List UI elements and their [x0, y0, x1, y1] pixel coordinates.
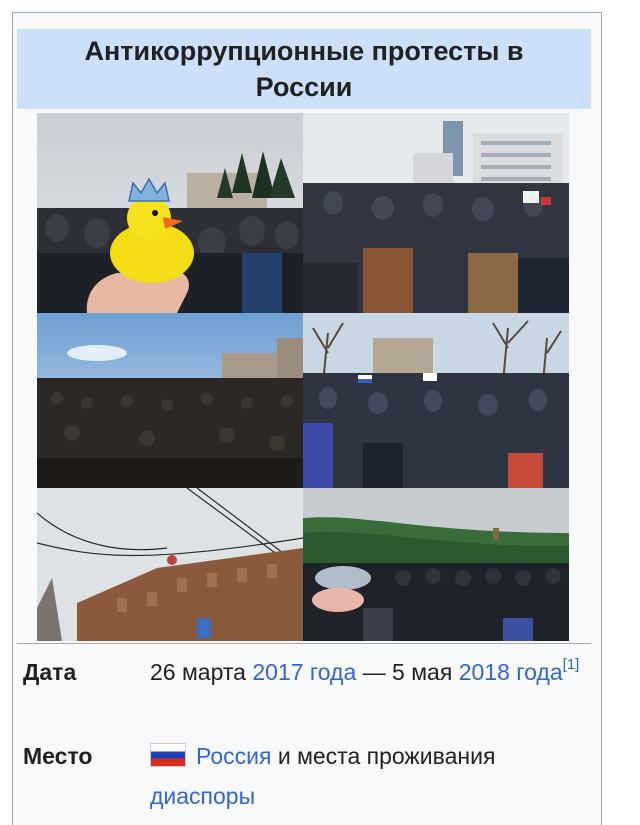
- photo-collage: [37, 113, 569, 641]
- reference-link[interactable]: [1]: [563, 656, 580, 673]
- place-value: Россия и места проживания диаспоры: [150, 736, 590, 816]
- date-value: 26 марта 2017 года — 5 мая 2018 года[1]: [150, 652, 590, 692]
- photo-wires-building[interactable]: [37, 488, 303, 641]
- infobox-row-place: Место Россия и места проживания диаспоры: [23, 736, 593, 818]
- infobox-title: Антикоррупционные протесты в России: [17, 29, 591, 109]
- date-mid-text: — 5 мая: [356, 659, 459, 685]
- link-diaspora[interactable]: диаспоры: [150, 783, 255, 809]
- infobox-separator: [17, 643, 591, 644]
- photo-riot-police[interactable]: [303, 488, 569, 641]
- link-2017[interactable]: 2017 года: [252, 659, 356, 685]
- photo-crowd-city[interactable]: [303, 113, 569, 313]
- photo-duck-protest[interactable]: [37, 113, 303, 313]
- date-label: Дата: [23, 659, 77, 685]
- photo-crowd-square[interactable]: [37, 313, 303, 488]
- russia-flag-icon: [150, 743, 186, 767]
- link-2018[interactable]: 2018 года: [459, 659, 563, 685]
- photo-crowd-park[interactable]: [303, 313, 569, 488]
- link-russia[interactable]: Россия: [196, 743, 271, 769]
- infobox: Антикоррупционные протесты в России Дата…: [12, 12, 602, 825]
- infobox-row-date: Дата 26 марта 2017 года — 5 мая 2018 год…: [23, 652, 593, 734]
- place-mid-text: и места проживания: [271, 743, 496, 769]
- place-label: Место: [23, 743, 93, 769]
- date-start-text: 26 марта: [150, 659, 253, 685]
